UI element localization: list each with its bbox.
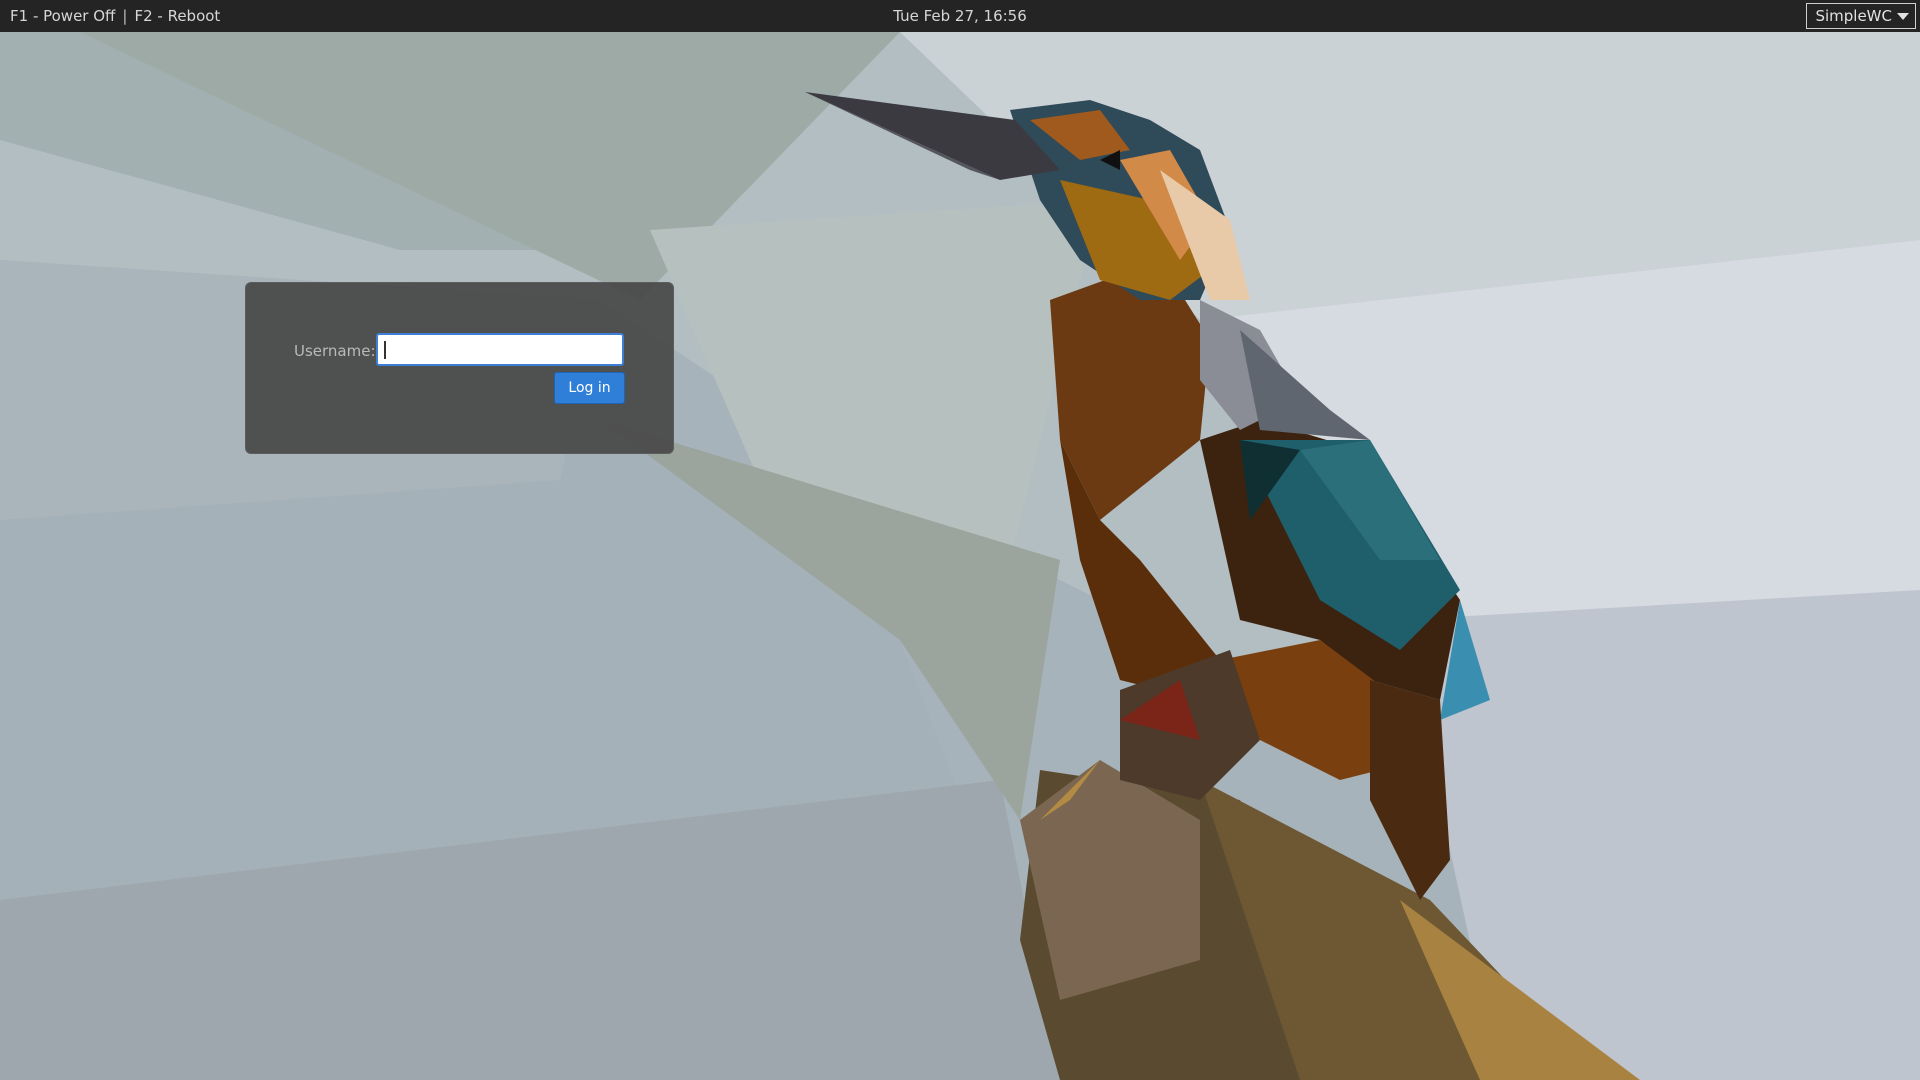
session-label: SimpleWC: [1815, 7, 1892, 25]
session-selector[interactable]: SimpleWC: [1806, 3, 1916, 29]
power-off-shortcut[interactable]: F1 - Power Off: [10, 0, 115, 32]
top-bar: F1 - Power Off | F2 - Reboot Tue Feb 27,…: [0, 0, 1920, 32]
text-cursor: [384, 341, 386, 359]
power-shortcuts: F1 - Power Off | F2 - Reboot: [10, 0, 220, 32]
login-panel: Username: Log in: [245, 282, 674, 454]
login-button[interactable]: Log in: [554, 372, 625, 404]
reboot-shortcut[interactable]: F2 - Reboot: [134, 0, 220, 32]
clock: Tue Feb 27, 16:56: [893, 7, 1027, 25]
chevron-down-icon: [1897, 12, 1909, 20]
username-input[interactable]: [376, 333, 624, 366]
wallpaper-kingfisher: [0, 0, 1920, 1080]
shortcut-separator: |: [122, 7, 128, 25]
